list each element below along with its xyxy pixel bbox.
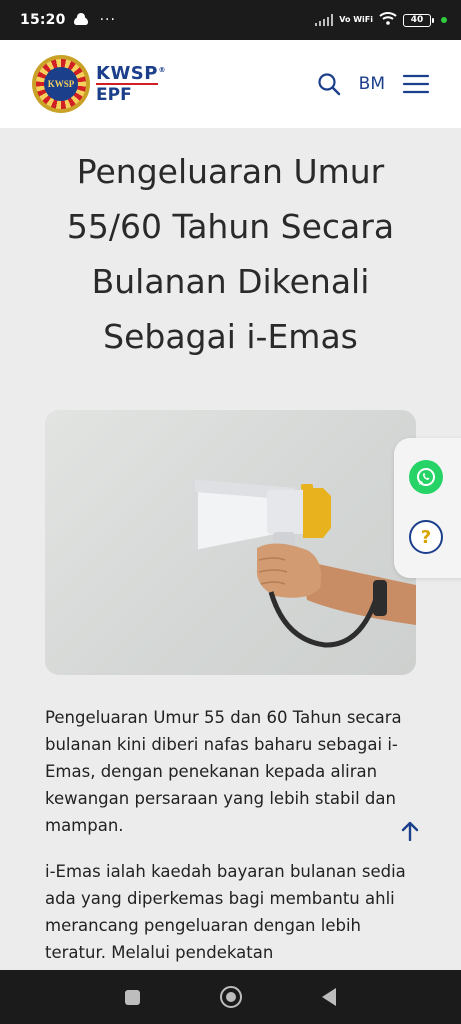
hamburger-menu-icon[interactable]	[403, 74, 429, 94]
emblem-text: KWSP	[44, 67, 78, 101]
screen: 15:20 ··· Vo WiFi 40 KWSP KWSP ® EPF BM …	[0, 0, 461, 1024]
hero-image-megaphone	[45, 410, 416, 675]
home-button[interactable]	[220, 986, 242, 1008]
status-time: 15:20	[20, 12, 66, 28]
kwsp-emblem: KWSP	[32, 55, 90, 113]
site-header: KWSP KWSP ® EPF BM	[0, 40, 461, 128]
logo-epf-text: EPF	[96, 82, 158, 104]
whatsapp-icon[interactable]	[409, 460, 443, 494]
vowifi-label: Vo WiFi	[339, 15, 373, 24]
recents-button[interactable]	[125, 989, 140, 1005]
more-notifications-icon: ···	[99, 12, 116, 28]
status-bar: 15:20 ··· Vo WiFi 40	[0, 0, 461, 40]
floating-contact-panel	[394, 438, 461, 578]
cloud-icon	[73, 13, 88, 25]
privacy-indicator-dot	[441, 17, 447, 23]
back-button[interactable]	[322, 988, 336, 1006]
battery-icon: 40	[403, 13, 434, 27]
language-toggle[interactable]: BM	[359, 74, 385, 94]
system-navigation-bar	[0, 970, 461, 1024]
kwsp-logo[interactable]: KWSP KWSP ® EPF	[32, 55, 166, 113]
article-content: Pengeluaran Umur 55/60 Tahun Secara Bula…	[0, 128, 461, 970]
article-paragraph-2: i-Emas ialah kaedah bayaran bulanan sedi…	[45, 862, 406, 962]
signal-icon	[315, 14, 334, 26]
arrow-up-icon[interactable]	[398, 818, 422, 844]
article-title: Pengeluaran Umur 55/60 Tahun Secara Bula…	[66, 152, 395, 356]
help-icon[interactable]: ?	[409, 520, 443, 554]
article-paragraph-1: Pengeluaran Umur 55 dan 60 Tahun secara …	[45, 708, 402, 835]
logo-kwsp-text: KWSP ®	[96, 62, 166, 84]
search-icon[interactable]	[317, 72, 341, 96]
wifi-icon	[379, 11, 397, 29]
